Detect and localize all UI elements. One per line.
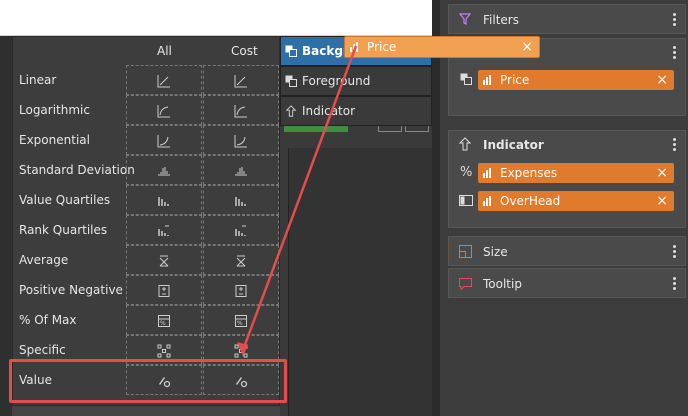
- value-row-highlight: [9, 359, 287, 403]
- annotation-arrow: [237, 45, 358, 356]
